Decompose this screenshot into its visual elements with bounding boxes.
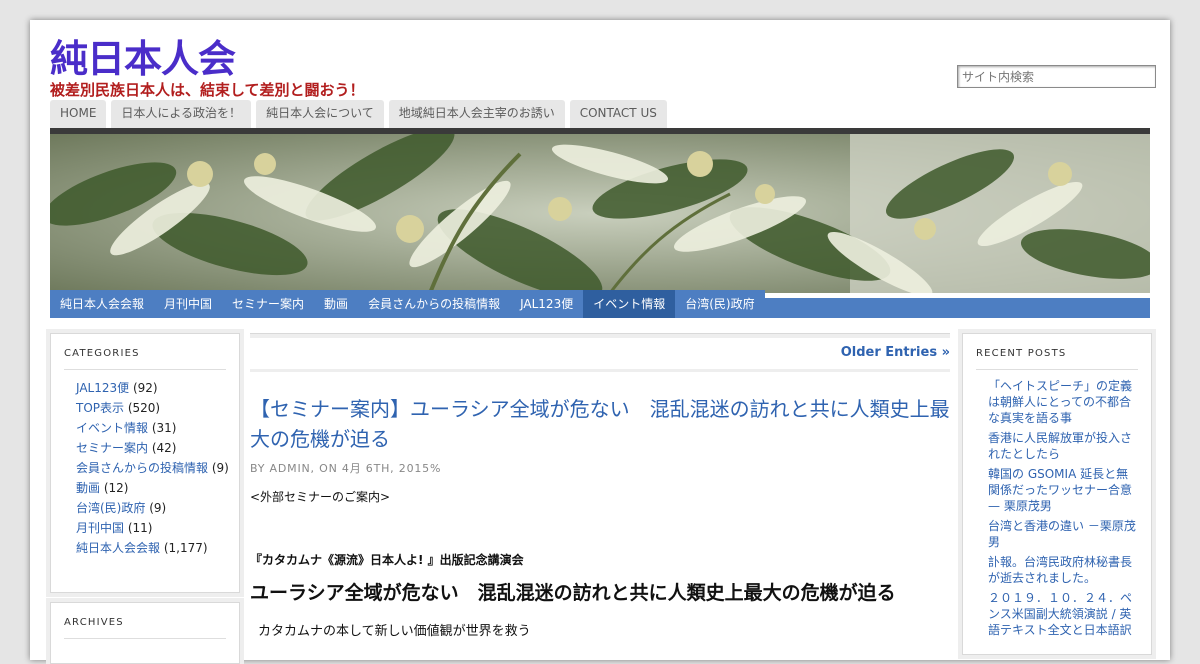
recent-post-link[interactable]: ２０１９．１０．２４．ペンス米国副大統領演説 / 英語テキスト全文と日本語訳 [988,590,1139,638]
top-nav: HOME 日本人による政治を！ 純日本人会について 地域純日本人会主宰のお誘い … [50,100,667,128]
category-count: (31) [151,421,177,435]
category-link[interactable]: JAL123便 [76,381,129,395]
category-nav-item[interactable]: JAL123便 [510,290,584,318]
category-link[interactable]: 台湾(民)政府 [76,501,145,515]
category-nav-item[interactable]: 月刊中国 [154,290,223,318]
category-count: (520) [127,401,161,415]
category-link[interactable]: TOP表示 [76,401,124,415]
category-item: 月刊中国 (11) [76,520,231,536]
category-item: 会員さんからの投稿情報 (9) [76,460,231,476]
categories-widget: CATEGORIES JAL123便 (92) TOP表示 (520) イベント… [50,333,240,593]
recent-posts-widget: RECENT POSTS 「ヘイトスピーチ」の定義は朝鮮人にとっての不都合な真実… [962,333,1152,655]
recent-post-link[interactable]: 香港に人民解放軍が投入されたとしたら [988,430,1139,462]
category-link[interactable]: イベント情報 [76,421,148,435]
category-count: (12) [103,481,129,495]
main-top-rule [250,333,950,338]
top-nav-regional[interactable]: 地域純日本人会主宰のお誘い [388,100,565,128]
category-link[interactable]: セミナー案内 [76,441,148,455]
header-banner-image [50,134,1150,293]
category-nav-item[interactable]: 台湾(民)政府 [675,290,765,318]
category-link[interactable]: 月刊中国 [76,521,124,535]
recent-posts-widget-title: RECENT POSTS [976,348,1138,370]
categories-widget-title: CATEGORIES [64,348,226,370]
recent-post-link[interactable]: 「ヘイトスピーチ」の定義は朝鮮人にとっての不都合な真実を語る事 [988,378,1139,426]
archives-widget-title: ARCHIVES [64,617,226,639]
category-item: 純日本人会会報 (1,177) [76,540,231,556]
main-content: Older Entries » 【セミナー案内】ユーラシア全域が危ない 混乱混迷… [250,333,950,663]
category-nav-items: 純日本人会会報 月刊中国 セミナー案内 動画 会員さんからの投稿情報 JAL12… [50,290,765,318]
category-count: (1,177) [163,541,208,555]
category-count: (9) [211,461,229,475]
site-title[interactable]: 純日本人会 [50,34,236,84]
category-nav-item[interactable]: セミナー案内 [222,290,315,318]
category-nav-item-active[interactable]: イベント情報 [583,290,676,318]
recent-post-link[interactable]: 韓国の GSOMIA 延長と無関係だったワッセナー合意 — 栗原茂男 [988,466,1151,514]
post-heading: ユーラシア全域が危ない 混乱混迷の訪れと共に人類史上最大の危機が迫る [250,582,896,604]
category-item: TOP表示 (520) [76,400,231,416]
category-nav-item[interactable]: 動画 [314,290,359,318]
category-item: イベント情報 (31) [76,420,231,436]
category-count: (92) [132,381,158,395]
category-item: JAL123便 (92) [76,380,231,396]
categories-list: JAL123便 (92) TOP表示 (520) イベント情報 (31) セミナ… [51,380,239,556]
banner-foliage-illustration [50,134,1150,293]
top-nav-home[interactable]: HOME [50,100,107,128]
top-nav-contact[interactable]: CONTACT US [569,100,667,128]
recent-post-link[interactable]: 訃報。台湾民政府林秘書長が逝去されました。 [988,554,1139,586]
page: 純日本人会 被差別民族日本人は、結束して差別と闘おう！ HOME 日本人による政… [30,20,1170,664]
category-count: (11) [127,521,153,535]
category-count: (9) [149,501,167,515]
category-link[interactable]: 会員さんからの投稿情報 [76,461,208,475]
older-entries-link[interactable]: Older Entries » [841,345,950,360]
recent-posts-list: 「ヘイトスピーチ」の定義は朝鮮人にとっての不都合な真実を語る事 香港に人民解放軍… [963,378,1151,638]
archives-widget: ARCHIVES [50,602,240,664]
search-input[interactable] [957,65,1156,88]
category-link[interactable]: 純日本人会会報 [76,541,160,555]
category-link[interactable]: 動画 [76,481,100,495]
category-count: (42) [151,441,177,455]
recent-post-link[interactable]: 台湾と香港の違い －栗原茂男 [988,518,1139,550]
category-item: 動画 (12) [76,480,231,496]
site-tagline: 被差別民族日本人は、結束して差別と闘おう！ [50,81,365,99]
category-item: セミナー案内 (42) [76,440,231,456]
post-event-name: 『カタカムナ《源流》日本人よ! 』出版記念講演会 [250,553,524,567]
main-divider [250,369,950,372]
top-nav-politics[interactable]: 日本人による政治を！ [111,100,252,128]
top-nav-about[interactable]: 純日本人会について [256,100,384,128]
category-nav: 純日本人会会報 月刊中国 セミナー案内 動画 会員さんからの投稿情報 JAL12… [50,290,1150,318]
category-nav-item[interactable]: 会員さんからの投稿情報 [358,290,511,318]
post-intro: <外部セミナーのご案内> [250,490,391,504]
category-item: 台湾(民)政府 (9) [76,500,231,516]
post-byline: BY ADMIN, ON 4月 6TH, 2015% [250,462,442,475]
post-title[interactable]: 【セミナー案内】ユーラシア全域が危ない 混乱混迷の訪れと共に人類史上最大の危機が… [250,394,950,454]
category-nav-item[interactable]: 純日本人会会報 [50,290,155,318]
